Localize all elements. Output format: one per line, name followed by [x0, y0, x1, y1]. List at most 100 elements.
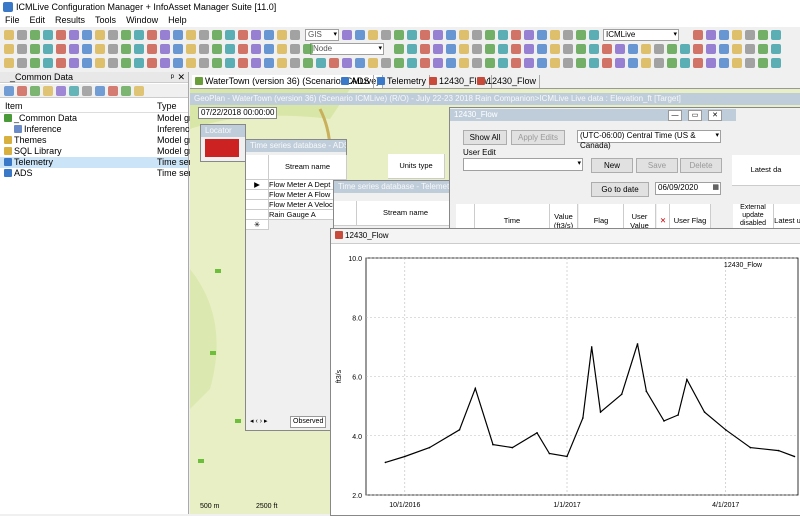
toolbar-button-icon[interactable]: [43, 58, 53, 68]
toolbar-button-icon[interactable]: [95, 58, 105, 68]
toolbar-button-icon[interactable]: [4, 30, 14, 40]
toolbar-button-icon[interactable]: [121, 58, 131, 68]
new-button[interactable]: New: [591, 158, 633, 173]
toolbar-button-icon[interactable]: [4, 44, 14, 54]
toolbar-button-icon[interactable]: [459, 30, 469, 40]
toolbar-button-icon[interactable]: [706, 58, 716, 68]
toolbar-button-icon[interactable]: [563, 30, 573, 40]
close-icon[interactable]: ✕: [177, 72, 185, 83]
toolbar-button-icon[interactable]: [446, 58, 456, 68]
toolbar-button-icon[interactable]: [654, 58, 664, 68]
toolbar-button-icon[interactable]: [615, 58, 625, 68]
panel-tool-icon[interactable]: [4, 86, 14, 96]
toolbar-button-icon[interactable]: [524, 44, 534, 54]
toolbar-button-icon[interactable]: [264, 44, 274, 54]
toolbar-button-icon[interactable]: [498, 44, 508, 54]
toolbar-button-icon[interactable]: [628, 44, 638, 54]
toolbar-button-icon[interactable]: [199, 30, 209, 40]
tree-row[interactable]: Inference Inference: [0, 124, 195, 135]
panel-tool-icon[interactable]: [56, 86, 66, 96]
toolbar-button-icon[interactable]: [576, 44, 586, 54]
toolbar-button-icon[interactable]: [732, 44, 742, 54]
col-latest-data[interactable]: Latest da: [732, 155, 800, 186]
toolbar-button-icon[interactable]: [160, 30, 170, 40]
flow-chart[interactable]: 10.0 8.0 6.0 4.0 2.0 10/1/2016 1/1/2017 4/1/201…: [331, 244, 800, 515]
toolbar-button-icon[interactable]: [342, 30, 352, 40]
toolbar-button-icon[interactable]: [30, 44, 40, 54]
menu-results[interactable]: Results: [50, 14, 90, 27]
toolbar-button-icon[interactable]: [329, 58, 339, 68]
toolbar-button-icon[interactable]: [147, 58, 157, 68]
new-row-marker[interactable]: ✳: [246, 220, 269, 230]
toolbar-button-icon[interactable]: [550, 44, 560, 54]
menu-edit[interactable]: Edit: [25, 14, 51, 27]
toolbar-button-icon[interactable]: [95, 30, 105, 40]
toolbar-button-icon[interactable]: [407, 30, 417, 40]
ts-ads-col-stream[interactable]: Stream name: [269, 155, 347, 180]
toolbar-button-icon[interactable]: [30, 30, 40, 40]
delete-button[interactable]: Delete: [680, 158, 722, 173]
toolbar-button-icon[interactable]: [95, 44, 105, 54]
panel-tool-icon[interactable]: [30, 86, 40, 96]
save-button[interactable]: Save: [636, 158, 678, 173]
toolbar-button-icon[interactable]: [446, 44, 456, 54]
toolbar-button-icon[interactable]: [251, 58, 261, 68]
go-to-date-button[interactable]: Go to date: [591, 182, 649, 197]
toolbar-button-icon[interactable]: [277, 30, 287, 40]
toolbar-button-icon[interactable]: [420, 30, 430, 40]
toolbar-button-icon[interactable]: [407, 44, 417, 54]
toolbar-button-icon[interactable]: [238, 44, 248, 54]
toolbar-button-icon[interactable]: [355, 58, 365, 68]
toolbar-button-icon[interactable]: [420, 44, 430, 54]
toolbar-button-icon[interactable]: [17, 44, 27, 54]
toolbar-button-icon[interactable]: [485, 30, 495, 40]
pin-icon[interactable]: ᵖ: [171, 72, 174, 83]
toolbar-button-icon[interactable]: [82, 44, 92, 54]
toolbar-button-icon[interactable]: [277, 58, 287, 68]
toolbar-button-icon[interactable]: [316, 58, 326, 68]
menu-tools[interactable]: Tools: [90, 14, 121, 27]
toolbar-button-icon[interactable]: [576, 30, 586, 40]
toolbar-button-icon[interactable]: [498, 30, 508, 40]
toolbar-button-icon[interactable]: [108, 44, 118, 54]
toolbar-button-icon[interactable]: [264, 30, 274, 40]
panel-tool-icon[interactable]: [17, 86, 27, 96]
toolbar-button-icon[interactable]: [589, 30, 599, 40]
toolbar-button-icon[interactable]: [121, 44, 131, 54]
toolbar-button-icon[interactable]: [121, 30, 131, 40]
show-all-button[interactable]: Show All: [463, 130, 507, 145]
toolbar-button-icon[interactable]: [576, 58, 586, 68]
toolbar-button-icon[interactable]: [602, 58, 612, 68]
toolbar-button-icon[interactable]: [56, 58, 66, 68]
toolbar-button-icon[interactable]: [30, 58, 40, 68]
nav-arrows[interactable]: ◂ ‹ › ▸: [246, 418, 268, 425]
tree-row[interactable]: Themes Model gr: [0, 135, 192, 146]
toolbar-button-icon[interactable]: [134, 44, 144, 54]
toolbar-button-icon[interactable]: [212, 44, 222, 54]
toolbar-button-icon[interactable]: [4, 58, 14, 68]
toolbar-button-icon[interactable]: [43, 44, 53, 54]
toolbar-button-icon[interactable]: [108, 58, 118, 68]
toolbar-button-icon[interactable]: [758, 30, 768, 40]
toolbar-button-icon[interactable]: [589, 58, 599, 68]
ts-telemetry-col-stream[interactable]: Stream name: [357, 201, 455, 226]
toolbar-button-icon[interactable]: [771, 58, 781, 68]
toolbar-button-icon[interactable]: [524, 30, 534, 40]
toolbar-button-icon[interactable]: [472, 30, 482, 40]
toolbar-button-icon[interactable]: [186, 44, 196, 54]
close-button[interactable]: ✕: [708, 110, 722, 121]
toolbar-button-icon[interactable]: [693, 58, 703, 68]
toolbar-button-icon[interactable]: [472, 44, 482, 54]
toolbar-button-icon[interactable]: [69, 44, 79, 54]
toolbar-button-icon[interactable]: [589, 44, 599, 54]
toolbar-button-icon[interactable]: [641, 44, 651, 54]
menu-file[interactable]: File: [0, 14, 25, 27]
toolbar-button-icon[interactable]: [17, 58, 27, 68]
toolbar-button-icon[interactable]: [56, 44, 66, 54]
apply-edits-button[interactable]: Apply Edits: [511, 130, 565, 145]
tree-row[interactable]: ADS Time seri: [0, 168, 194, 179]
toolbar-button-icon[interactable]: [17, 30, 27, 40]
toolbar-button-icon[interactable]: [43, 30, 53, 40]
icmlive-combo[interactable]: ICMLive ▾: [603, 29, 679, 41]
toolbar-button-icon[interactable]: [537, 58, 547, 68]
